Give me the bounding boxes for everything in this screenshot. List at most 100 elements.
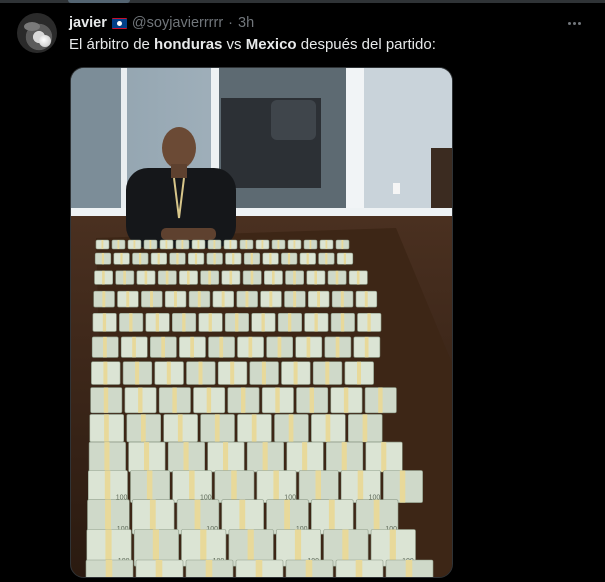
text-segment: vs: [222, 36, 246, 53]
tweet[interactable]: javier @soyjavierrrrr · 3h El árbitro de…: [0, 0, 605, 582]
tweet-text: El árbitro de honduras vs Mexico después…: [69, 36, 436, 53]
currency-band: [149, 499, 156, 535]
more-dot: [567, 21, 571, 25]
currency-band: [223, 442, 229, 472]
currency-band: [213, 240, 216, 249]
currency-band: [123, 270, 126, 285]
currency-band: [262, 442, 268, 472]
currency-band: [102, 313, 107, 332]
currency-band: [157, 253, 160, 265]
currency-band: [269, 291, 273, 308]
currency-band: [293, 291, 297, 308]
currency-band: [341, 442, 347, 472]
currency-band: [367, 313, 371, 332]
currency-band: [239, 499, 246, 535]
currency-band: [373, 499, 380, 535]
currency-band: [306, 336, 311, 358]
currency-band: [104, 414, 109, 442]
currency-band: [214, 414, 220, 442]
currency-band: [198, 361, 203, 385]
author-name[interactable]: javier: [69, 15, 107, 31]
avatar[interactable]: [17, 13, 57, 53]
currency-band: [229, 270, 233, 285]
belize-flag-icon: [111, 17, 127, 29]
avatar-ball: [39, 35, 51, 47]
tweet-photo[interactable]: 1001001001001001001001001001001001001001…: [70, 67, 453, 578]
currency-band: [364, 291, 368, 308]
currency-band: [166, 361, 171, 385]
currency-band: [269, 253, 272, 265]
text-bold-segment: honduras: [154, 36, 223, 53]
author-handle[interactable]: @soyjavierrrrr: [132, 15, 223, 31]
currency-band: [284, 499, 290, 535]
currency-band: [357, 361, 361, 385]
currency-band: [139, 253, 142, 265]
currency-band: [356, 270, 360, 285]
currency-band: [181, 240, 184, 249]
currency-band: [250, 270, 254, 285]
currency-band: [197, 291, 201, 308]
currency-band: [232, 253, 235, 265]
currency-band: [314, 313, 318, 332]
currency-band: [219, 336, 224, 358]
currency-band: [325, 361, 330, 385]
currency-band: [208, 270, 211, 285]
currency-band: [245, 291, 249, 308]
currency-band: [146, 470, 153, 503]
currency-band: [197, 240, 200, 249]
currency-band: [341, 240, 344, 249]
currency-band: [101, 253, 104, 265]
currency-band: [325, 414, 331, 442]
currency-band: [231, 470, 237, 503]
currency-band: [182, 313, 186, 332]
currency-band: [261, 240, 264, 249]
currency-band: [340, 291, 344, 308]
currency-band: [208, 313, 212, 332]
timestamp[interactable]: 3h: [238, 15, 254, 31]
currency-band: [129, 313, 133, 332]
currency-band: [309, 240, 312, 249]
more-horizontal-icon[interactable]: [563, 14, 585, 32]
currency-band: [104, 470, 111, 503]
currency-band: [405, 560, 413, 577]
currency-band: [273, 470, 279, 503]
currency-band: [102, 291, 106, 308]
currency-band: [194, 253, 198, 265]
currency-band: [302, 442, 308, 472]
currency-band: [325, 253, 328, 265]
currency-band: [343, 253, 346, 265]
currency-band: [161, 336, 165, 358]
door-frame-right: [346, 68, 364, 228]
currency-band: [144, 442, 150, 472]
currency-band: [381, 442, 387, 472]
currency-band: [183, 442, 189, 472]
neck: [171, 164, 187, 178]
currency-band: [120, 253, 123, 265]
currency-band: [135, 361, 140, 385]
text-segment: El árbitro de: [69, 36, 155, 53]
currency-band: [340, 313, 345, 332]
currency-band: [355, 560, 363, 577]
currency-band: [261, 313, 265, 332]
currency-band: [245, 240, 248, 249]
currency-band: [335, 336, 340, 358]
currency-band: [235, 313, 239, 332]
currency-band: [255, 560, 263, 577]
pillow: [271, 100, 316, 140]
wall-outlet: [393, 183, 400, 194]
currency-band: [378, 387, 383, 413]
currency-band: [241, 387, 246, 413]
currency-band: [314, 270, 317, 285]
currency-band: [288, 313, 292, 332]
currency-band: [172, 387, 177, 413]
currency-band: [101, 240, 104, 249]
currency-band: [261, 361, 266, 385]
currency-band: [275, 387, 280, 413]
currency-band: [325, 240, 328, 249]
hands: [161, 228, 216, 240]
currency-band: [335, 270, 339, 285]
currency-band: [305, 560, 313, 577]
currency-band: [272, 270, 275, 285]
currency-band: [174, 291, 177, 308]
currency-band: [105, 499, 111, 535]
